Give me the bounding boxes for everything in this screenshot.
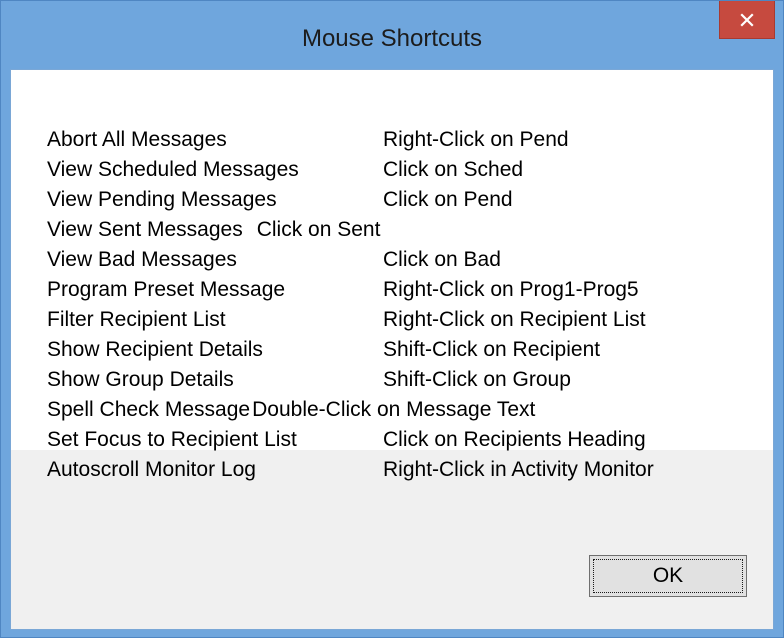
ok-button-label: OK [593,559,743,593]
dialog-window: Mouse Shortcuts Abort All Messages Right… [0,0,784,638]
shortcut-action: Abort All Messages [47,128,227,151]
shortcut-action: Spell Check Message [47,398,251,421]
shortcut-row: Abort All Messages Right-Click on Pend [47,125,569,155]
shortcut-gesture: Shift-Click on Group [383,368,571,391]
shortcut-gesture: Click on Recipients Heading [383,428,646,451]
shortcut-gesture: Right-Click in Activity Monitor [383,458,654,481]
shortcut-action: View Pending Messages [47,188,277,211]
shortcut-row: Set Focus to Recipient List Click on Rec… [47,425,646,455]
shortcut-row: Spell Check MessageDouble-Click on Messa… [47,395,535,425]
close-icon [740,12,754,27]
title-bar[interactable]: Mouse Shortcuts [1,1,783,69]
shortcut-row: Program Preset Message Right-Click on Pr… [47,275,639,305]
shortcut-row: Show Recipient Details Shift-Click on Re… [47,335,600,365]
shortcut-row: Show Group Details Shift-Click on Group [47,365,571,395]
dialog-client-area: Abort All Messages Right-Click on Pend V… [10,69,774,630]
shortcut-action: View Sent Messages [47,218,243,241]
shortcut-gesture: Click on Bad [383,248,501,271]
window-title: Mouse Shortcuts [301,25,483,52]
close-button[interactable] [719,1,775,39]
shortcut-gesture: Shift-Click on Recipient [383,338,601,361]
shortcut-action: View Bad Messages [47,248,237,271]
shortcut-gesture: Right-Click on Recipient List [383,308,646,331]
shortcut-row: View Sent Messages Click on Sent [47,215,535,245]
shortcut-action: Program Preset Message [47,278,286,301]
shortcut-row: Autoscroll Monitor Log Right-Click in Ac… [47,455,654,485]
shortcut-gesture: Click on Sent [256,218,381,241]
shortcut-row: Filter Recipient List Right-Click on Rec… [47,305,646,335]
shortcuts-panel: Abort All Messages Right-Click on Pend V… [11,70,773,481]
shortcut-row: View Pending Messages Click on Pend [47,185,535,215]
shortcut-action: Set Focus to Recipient List [47,428,297,451]
ok-button[interactable]: OK [589,555,747,597]
shortcuts-list: Abort All Messages Right-Click on Pend V… [47,125,654,485]
shortcut-action: Show Recipient Details [47,338,263,361]
shortcut-gesture: Click on Pend [383,188,513,211]
shortcut-action: Autoscroll Monitor Log [47,458,256,481]
shortcut-action: View Scheduled Messages [47,158,299,181]
shortcut-gesture: Right-Click on Pend [383,128,569,151]
shortcut-action: Filter Recipient List [47,308,226,331]
shortcut-row: View Bad Messages Click on Bad [47,245,535,275]
shortcut-row: View Scheduled Messages Click on Sched [47,155,535,185]
shortcut-gesture: Right-Click on Prog1-Prog5 [383,278,639,301]
shortcut-action: Show Group Details [47,368,234,391]
shortcut-gesture: Double-Click on Message Text [252,398,536,421]
shortcut-gesture: Click on Sched [383,158,524,181]
